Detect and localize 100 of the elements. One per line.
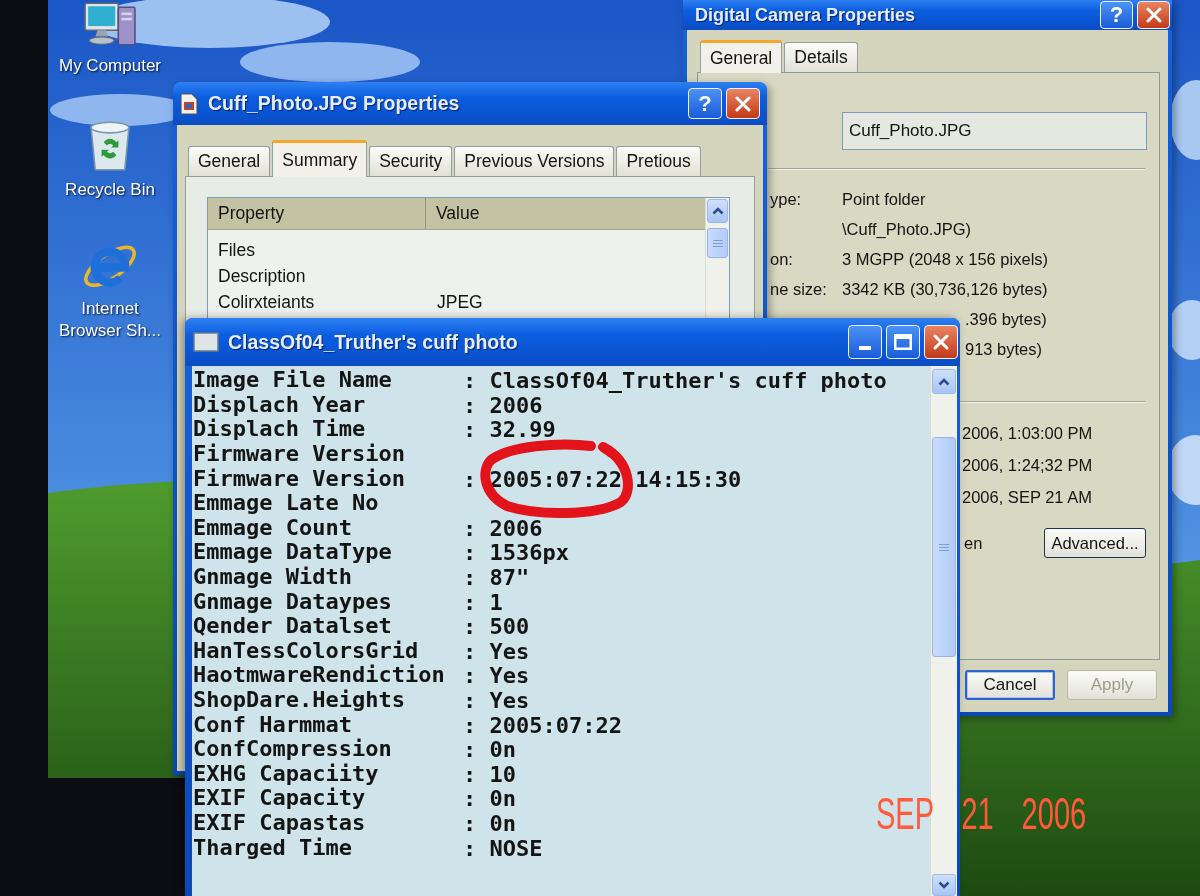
field-label: en <box>964 533 983 553</box>
window-icon <box>193 332 219 352</box>
exif-label: Gnmage Dataypes <box>193 589 392 614</box>
field-label: on: <box>770 249 793 269</box>
exif-label: Emmage Count <box>193 515 352 540</box>
scroll-down-button[interactable] <box>932 874 956 896</box>
exif-value: : Yes <box>463 664 530 689</box>
maximize-icon <box>894 334 912 350</box>
chevron-up-icon <box>711 207 724 215</box>
exif-label: EXIF Capastas <box>193 811 366 835</box>
exif-value: : 1 <box>463 590 503 615</box>
exif-label: Firmware Version <box>193 442 405 467</box>
exif-value: : 2005:07:22 <box>463 713 622 738</box>
exif-label: HaotmwareRendiction <box>193 663 445 688</box>
exif-label: Firmware Version <box>193 466 405 491</box>
exif-label: ConfCompression <box>193 737 392 762</box>
field-value: 3342 KB (30,736,126 bytes) <box>842 279 1048 299</box>
scroll-up-button[interactable] <box>932 369 956 394</box>
date-label: SEP 21 2006 <box>876 792 1087 836</box>
exif-label: Conf Harmmat <box>193 712 352 737</box>
exif-label: Image File Name <box>193 368 392 393</box>
scroll-thumb[interactable] <box>932 437 956 657</box>
exif-value: : Yes <box>463 689 530 713</box>
property-cell: Colirxteiants <box>218 291 315 313</box>
exif-value: : 0n <box>463 738 516 763</box>
field-value: Point folder <box>842 189 926 209</box>
desktop-shortcut[interactable]: Recycle Bin <box>50 121 170 201</box>
exif-value: : 2005:07:22 14:15:30 <box>463 467 742 492</box>
exif-label: Qender Datalset <box>193 614 392 639</box>
exif-label: HanTessColorsGrid <box>193 638 419 663</box>
column-header[interactable]: Property <box>208 198 426 229</box>
exif-label: Emmage Late No <box>193 491 379 516</box>
computer-icon <box>84 2 136 47</box>
desktop-shortcut[interactable]: Internet Browser Sh... <box>50 245 170 342</box>
dialog-button[interactable]: Cancel <box>965 670 1055 700</box>
exif-label: ShopDare.Heights <box>193 688 405 712</box>
date-value: 2006, SEP 21 AM <box>962 487 1092 508</box>
exif-value: : 1536px <box>463 541 569 566</box>
date-value: 2006, 1:24;32 PM <box>962 455 1093 476</box>
window-title: Digital Camera Properties <box>695 4 916 26</box>
close-button[interactable] <box>1137 1 1170 29</box>
field-label: ype: <box>770 189 802 209</box>
help-button[interactable]: ? <box>1100 1 1133 29</box>
exif-label: Emmage DataType <box>193 540 392 565</box>
field-label: ne size: <box>770 279 827 299</box>
exif-label: Displach Year <box>193 392 366 417</box>
exif-label: Displach Time <box>193 417 366 442</box>
window-title: Cuff_Photo.JPG Properties <box>208 92 460 115</box>
grip-icon <box>939 543 949 551</box>
recycle-bin-icon <box>90 121 130 171</box>
value-cell: JPEG <box>437 291 483 313</box>
chevron-up-icon <box>938 377 950 386</box>
exif-value: : 2006 <box>463 516 543 541</box>
scroll-up-button[interactable] <box>707 199 728 223</box>
property-cell: Description <box>218 265 306 287</box>
chevron-down-icon <box>938 881 950 889</box>
maximize-button[interactable] <box>886 325 920 359</box>
tab[interactable]: Security <box>369 146 453 176</box>
help-button[interactable]: ? <box>688 88 722 119</box>
exif-value: : 32.99 <box>463 418 556 443</box>
close-icon <box>1145 7 1162 23</box>
advanced-button[interactable]: Advanced... <box>1044 528 1146 558</box>
tab[interactable]: Summary <box>272 140 368 177</box>
exif-value: : 500 <box>463 615 530 640</box>
date-value: 2006, 1:03:00 PM <box>962 423 1093 444</box>
exif-value: : 2006 <box>463 393 543 418</box>
property-cell: Files <box>218 239 255 261</box>
exif-value: : NOSE <box>463 836 543 861</box>
tab[interactable]: Details <box>784 42 858 72</box>
desktop-shortcut[interactable]: My Computer <box>50 2 170 77</box>
tab[interactable]: General <box>188 146 271 176</box>
scroll-thumb[interactable] <box>707 228 728 258</box>
grip-icon <box>712 239 723 247</box>
file-name-field[interactable]: Cuff_Photo.JPG <box>842 112 1147 150</box>
close-button[interactable] <box>924 325 958 359</box>
tab[interactable]: General <box>700 40 783 73</box>
file-icon <box>180 92 198 115</box>
field-value: .396 bytes) <box>965 309 1047 329</box>
exif-label: Gnmage Width <box>193 565 352 590</box>
field-value: 3 MGPP (2048 x 156 pixels) <box>842 249 1049 269</box>
close-icon <box>933 334 949 350</box>
exif-value: : 0n <box>463 787 516 812</box>
exif-value: : Yes <box>463 639 530 664</box>
minimize-button[interactable] <box>848 325 882 359</box>
exif-value: : 10 <box>463 762 516 787</box>
exif-label: Tharged Time <box>193 835 352 860</box>
close-icon <box>735 95 751 112</box>
exif-label: EXIF Capacity <box>193 786 366 811</box>
field-value: \Cuff_Photo.JPG) <box>842 219 971 239</box>
column-header[interactable]: Value <box>426 198 705 229</box>
window-title: ClassOf04_Truther's cuff photo <box>228 330 518 354</box>
exif-value: : ClassOf04_Truther's cuff photo <box>463 369 887 394</box>
exif-label: EXHG Capaciity <box>193 761 379 786</box>
tab[interactable]: Previous Versions <box>454 146 615 176</box>
tab[interactable]: Pretious <box>616 146 701 176</box>
exif-value: : 87" <box>463 566 530 591</box>
close-button[interactable] <box>726 88 760 119</box>
exif-value: : 0n <box>463 812 516 836</box>
minimize-icon <box>859 346 871 350</box>
field-value: 913 bytes) <box>965 339 1043 359</box>
